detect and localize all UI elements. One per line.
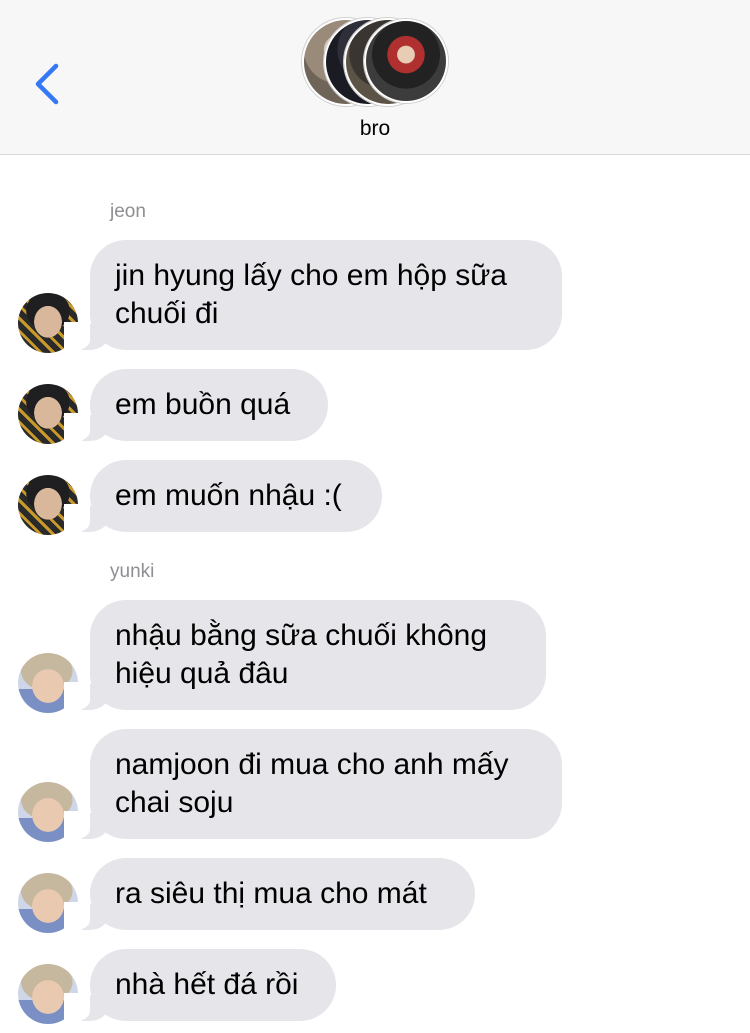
message-bubble[interactable]: namjoon đi mua cho anh mấy chai soju <box>64 729 562 839</box>
chevron-left-icon <box>35 63 59 105</box>
conversation-header: bro <box>0 0 750 155</box>
conversation-title[interactable]: bro <box>0 117 750 141</box>
message-bubble[interactable]: jin hyung lấy cho em hộp sữa chuối đi <box>64 240 562 350</box>
message-bubble[interactable]: nhà hết đá rồi <box>64 949 336 1021</box>
message-bubble[interactable]: ra siêu thị mua cho mát <box>64 858 475 930</box>
sender-name: yunki <box>110 561 155 582</box>
group-avatar-stack[interactable] <box>302 18 452 106</box>
back-button[interactable] <box>32 62 62 106</box>
message-bubble[interactable]: nhậu bằng sữa chuối không hiệu quả đâu <box>64 600 546 710</box>
group-avatar <box>364 19 448 103</box>
message-bubble[interactable]: em muốn nhậu :( <box>64 460 382 532</box>
message-bubble[interactable]: em buồn quá <box>64 369 328 441</box>
sender-name: jeon <box>110 201 146 222</box>
